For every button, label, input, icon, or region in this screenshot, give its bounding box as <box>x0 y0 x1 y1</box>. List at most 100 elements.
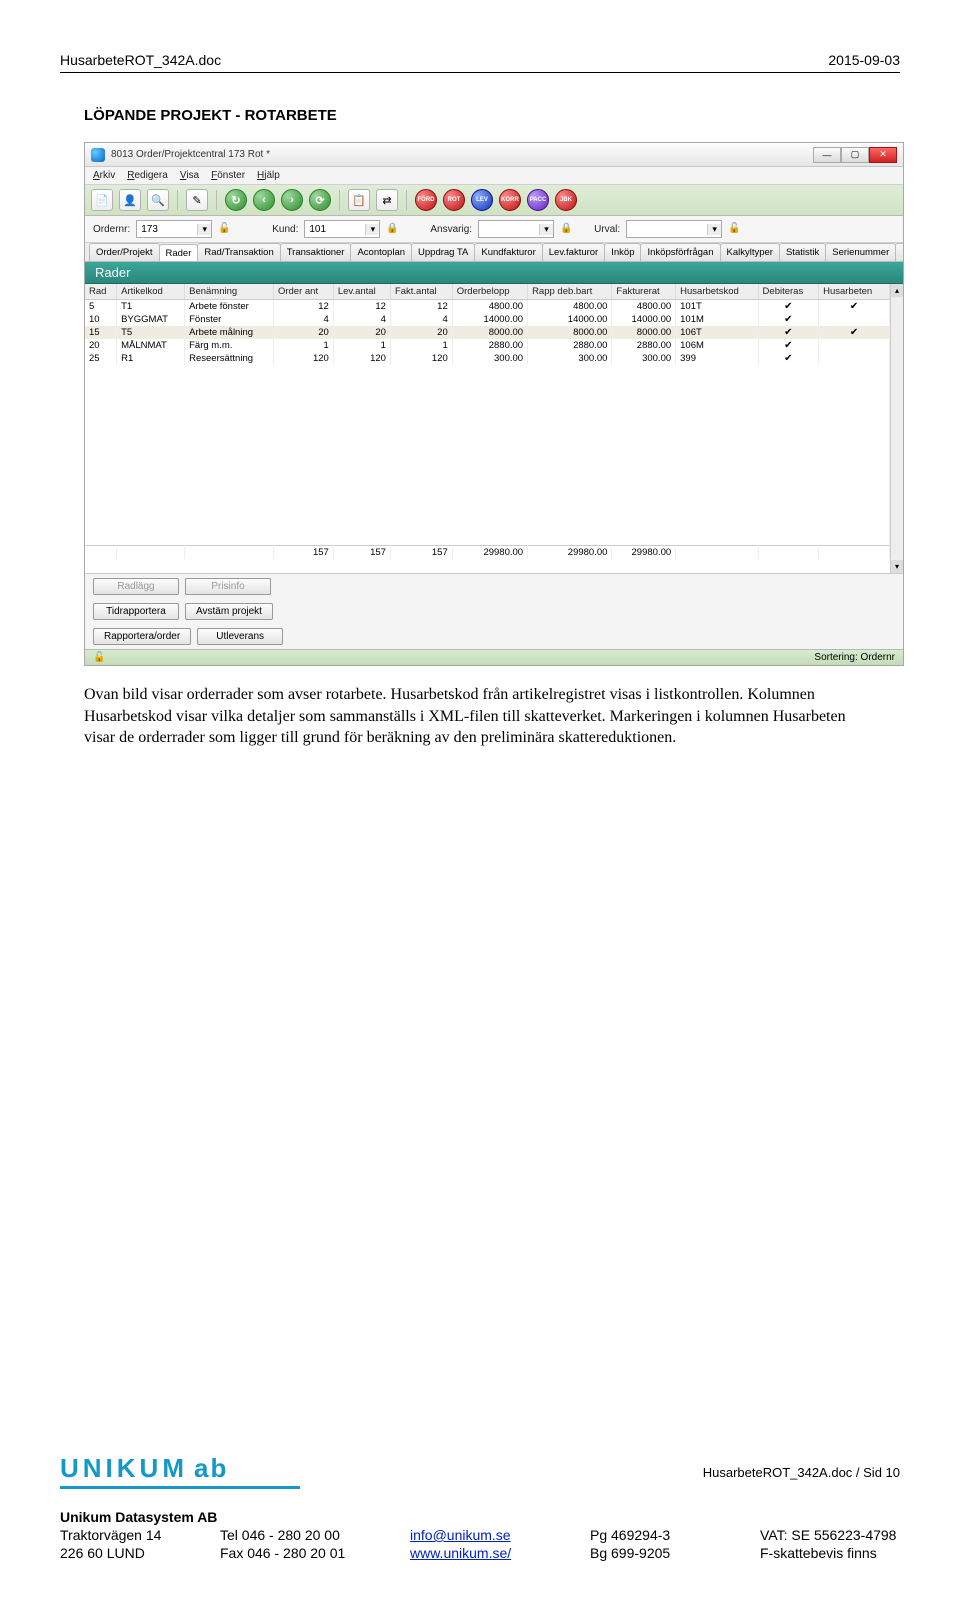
urval-field[interactable]: ▾ <box>626 220 722 238</box>
ordernr-label: Ordernr: <box>93 224 130 235</box>
column-header[interactable]: Artikelkod <box>117 284 185 300</box>
addr-web[interactable]: www.unikum.se/ <box>410 1545 570 1561</box>
nav-prev-icon[interactable]: ‹ <box>253 189 275 211</box>
menu-redigera[interactable]: Redigera <box>127 170 168 181</box>
tab-kundfakturor[interactable]: Kundfakturor <box>474 243 542 261</box>
table-row[interactable]: 5T1Arbete fönster1212124800.004800.00480… <box>85 300 890 314</box>
badge-pacc[interactable]: PACC <box>527 189 549 211</box>
menu-bar: Arkiv Redigera Visa Fönster Hjälp <box>85 167 903 185</box>
nav-refresh-icon[interactable]: ↻ <box>225 189 247 211</box>
badge-ford[interactable]: FÖRD <box>415 189 437 211</box>
addr-postal: 226 60 LUND <box>60 1545 200 1561</box>
column-header[interactable]: Fakt.antal <box>390 284 452 300</box>
column-header[interactable]: Debiteras <box>758 284 819 300</box>
tool-user-icon[interactable]: 👤 <box>119 189 141 211</box>
badge-jbk[interactable]: JBK <box>555 189 577 211</box>
ansvarig-dropdown-icon[interactable]: ▾ <box>539 224 553 235</box>
addr-email[interactable]: info@unikum.se <box>410 1527 570 1543</box>
table-row[interactable]: 15T5Arbete målning2020208000.008000.0080… <box>85 326 890 339</box>
tab-uppdrag-ta[interactable]: Uppdrag TA <box>411 243 475 261</box>
app-icon <box>91 148 105 162</box>
table-row[interactable]: 10BYGGMATFönster44414000.0014000.0014000… <box>85 313 890 326</box>
tool-swap-icon[interactable]: ⇄ <box>376 189 398 211</box>
logo: UNIKUMab <box>60 1453 228 1483</box>
table-row[interactable]: 20MÅLNMATFärg m.m.1112880.002880.002880.… <box>85 339 890 352</box>
maximize-button[interactable]: ▢ <box>841 147 869 163</box>
column-header[interactable]: Fakturerat <box>612 284 676 300</box>
avstam-button[interactable]: Avstäm projekt <box>185 603 273 620</box>
rapportera-button[interactable]: Rapportera/order <box>93 628 191 645</box>
tab-inkopsforfragan[interactable]: Inköpsförfrågan <box>640 243 720 261</box>
ordernr-field[interactable]: ▾ <box>136 220 212 238</box>
tab-serienummer[interactable]: Serienummer <box>825 243 896 261</box>
ordernr-input[interactable] <box>137 224 197 235</box>
tab-rader[interactable]: Rader <box>159 244 199 262</box>
radlagg-button[interactable]: Radlägg <box>93 578 179 595</box>
urval-dropdown-icon[interactable]: ▾ <box>707 224 721 235</box>
column-header[interactable]: Benämning <box>185 284 274 300</box>
kund-label: Kund: <box>272 224 298 235</box>
column-header[interactable]: Order ant <box>273 284 333 300</box>
window-title: 8013 Order/Projektcentral 173 Rot * <box>111 149 813 160</box>
app-window: 8013 Order/Projektcentral 173 Rot * — ▢ … <box>84 142 904 666</box>
addr-fskatt: F-skattebevis finns <box>760 1545 900 1561</box>
menu-arkiv[interactable]: Arkiv <box>93 170 115 181</box>
lock-icon: 🔓 <box>218 223 230 235</box>
table-row[interactable]: 25R1Reseersättning120120120300.00300.003… <box>85 352 890 365</box>
scroll-up-icon[interactable]: ▴ <box>891 284 903 297</box>
menu-hjalp[interactable]: Hjälp <box>257 170 280 181</box>
vertical-scrollbar[interactable]: ▴ ▾ <box>890 284 903 573</box>
tab-acontoplan[interactable]: Acontoplan <box>350 243 412 261</box>
window-titlebar: 8013 Order/Projektcentral 173 Rot * — ▢ … <box>85 143 903 167</box>
utleverans-button[interactable]: Utleverans <box>197 628 283 645</box>
column-header[interactable]: Orderbelopp <box>452 284 527 300</box>
column-header[interactable]: Husarbeten <box>819 284 890 300</box>
badge-korr[interactable]: KORR <box>499 189 521 211</box>
tab-inkop[interactable]: Inköp <box>604 243 641 261</box>
addr-tel: Tel 046 - 280 20 00 <box>220 1527 390 1543</box>
kund-input[interactable] <box>305 224 365 235</box>
prisinfo-button[interactable]: Prisinfo <box>185 578 271 595</box>
column-header[interactable]: Rapp deb.bart <box>528 284 612 300</box>
tab-statistik[interactable]: Statistik <box>779 243 826 261</box>
tidrapportera-button[interactable]: Tidrapportera <box>93 603 179 620</box>
tab-levfakturor[interactable]: Lev.fakturor <box>542 243 605 261</box>
scroll-down-icon[interactable]: ▾ <box>891 560 903 573</box>
section-title: LÖPANDE PROJEKT - ROTARBETE <box>84 107 900 124</box>
nav-next-icon[interactable]: › <box>281 189 303 211</box>
column-header[interactable]: Husarbetskod <box>676 284 758 300</box>
lock-icon-2: 🔒 <box>386 223 398 235</box>
ansvarig-field[interactable]: ▾ <box>478 220 554 238</box>
urval-label: Urval: <box>594 224 620 235</box>
ordernr-dropdown-icon[interactable]: ▾ <box>197 224 211 235</box>
tool-search-icon[interactable]: 🔍 <box>147 189 169 211</box>
ansvarig-label: Ansvarig: <box>430 224 472 235</box>
data-grid[interactable]: RadArtikelkodBenämningOrder antLev.antal… <box>85 284 890 559</box>
menu-visa[interactable]: Visa <box>180 170 199 181</box>
status-bar: 🔓 Sortering: Ordernr <box>85 649 903 665</box>
tool-paste-icon[interactable]: 📋 <box>348 189 370 211</box>
document-header: HusarbeteROT_342A.doc 2015-09-03 <box>60 52 900 73</box>
nav-reload-icon[interactable]: ⟳ <box>309 189 331 211</box>
tab-kalkyltyper[interactable]: Kalkyltyper <box>720 243 780 261</box>
tab-lagerplatser[interactable]: Lagerplatser <box>895 243 903 261</box>
tool-new-icon[interactable]: 📄 <box>91 189 113 211</box>
minimize-button[interactable]: — <box>813 147 841 163</box>
close-button[interactable]: ✕ <box>869 147 897 163</box>
tab-order-projekt[interactable]: Order/Projekt <box>89 243 160 261</box>
tool-edit-icon[interactable]: ✎ <box>186 189 208 211</box>
badge-rot[interactable]: ROT <box>443 189 465 211</box>
address-block: Traktorvägen 14 Tel 046 - 280 20 00 info… <box>60 1527 900 1561</box>
column-header[interactable]: Rad <box>85 284 117 300</box>
tab-transaktioner[interactable]: Transaktioner <box>280 243 352 261</box>
menu-fonster[interactable]: Fönster <box>211 170 245 181</box>
badge-lev[interactable]: LEV <box>471 189 493 211</box>
urval-input[interactable] <box>627 224 707 235</box>
ansvarig-input[interactable] <box>479 224 539 235</box>
kund-field[interactable]: ▾ <box>304 220 380 238</box>
toolbar: 📄 👤 🔍 ✎ ↻ ‹ › ⟳ 📋 ⇄ FÖRD ROT LEV KORR PA… <box>85 185 903 216</box>
addr-vat: VAT: SE 556223-4798 <box>760 1527 900 1543</box>
kund-dropdown-icon[interactable]: ▾ <box>365 224 379 235</box>
column-header[interactable]: Lev.antal <box>333 284 390 300</box>
tab-rad-transaktion[interactable]: Rad/Transaktion <box>197 243 280 261</box>
